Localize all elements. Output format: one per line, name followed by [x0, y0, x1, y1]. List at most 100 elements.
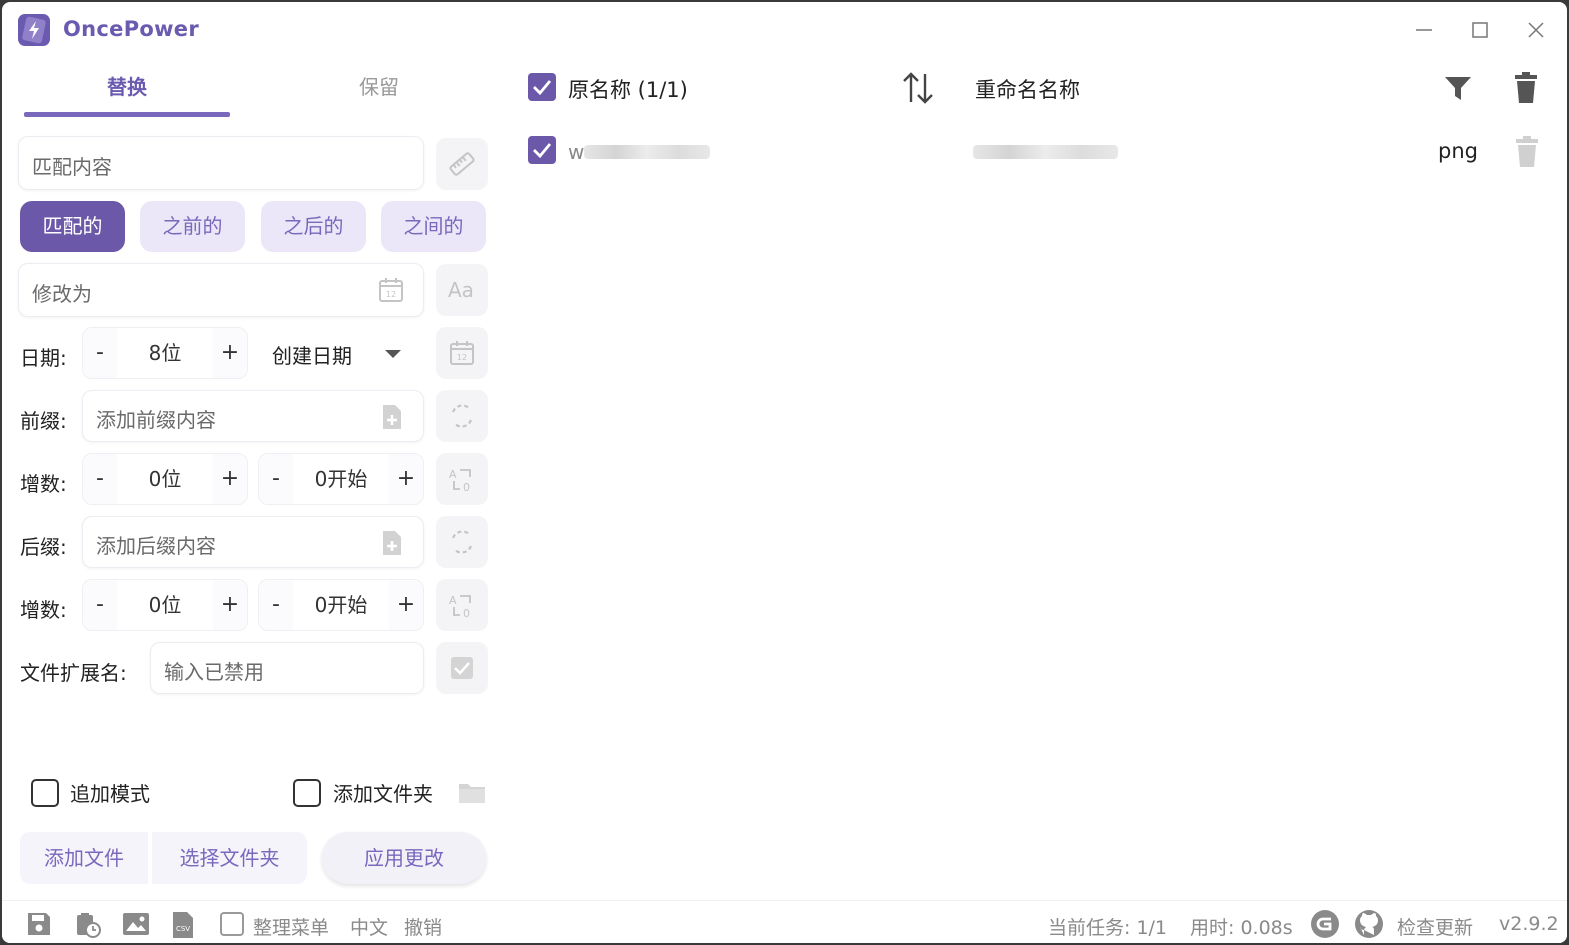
title-bar: OncePower: [2, 2, 1567, 58]
status-bar: CSV 整理菜单 中文 撤销 当前任务: 1/1 用时: 0.08s 检查更新 …: [2, 900, 1567, 943]
chevron-down-icon[interactable]: [384, 348, 402, 360]
suffix-digits-increment[interactable]: +: [213, 580, 247, 630]
suffix-counter-label: 增数:: [20, 598, 67, 622]
svg-text:0: 0: [463, 481, 470, 493]
match-content-input[interactable]: 匹配内容: [18, 136, 424, 190]
folder-icon: [459, 784, 485, 803]
suffix-start-value: 0开始: [314, 593, 368, 617]
row-extension: png: [1438, 139, 1478, 163]
app-title: OncePower: [63, 17, 200, 41]
extension-label: 文件扩展名:: [20, 661, 127, 685]
svg-text:A: A: [449, 594, 457, 607]
date-increment-button[interactable]: +: [213, 328, 247, 378]
prefix-start-increment[interactable]: +: [389, 454, 423, 504]
select-folder-button[interactable]: 选择文件夹: [152, 832, 307, 884]
close-button[interactable]: [1516, 12, 1556, 48]
text-case-icon: Aa: [448, 278, 474, 302]
select-all-checkbox[interactable]: [528, 73, 556, 101]
checkbox-checked-icon: [451, 657, 473, 679]
organize-menu-checkbox[interactable]: [220, 912, 244, 936]
tab-keep[interactable]: 保留: [276, 70, 482, 120]
prefix-digits-stepper: - 0位 +: [82, 453, 248, 505]
mode-matched-button[interactable]: 匹配的: [20, 201, 125, 252]
undo-button[interactable]: 撤销: [404, 913, 442, 940]
renamed-name-header: 重命名名称: [975, 78, 1080, 102]
add-folder-checkbox[interactable]: [293, 779, 321, 807]
case-button[interactable]: Aa: [436, 264, 488, 316]
suffix-start-decrement[interactable]: -: [259, 580, 293, 630]
check-icon: [533, 143, 552, 159]
svg-text:12: 12: [457, 353, 467, 362]
csv-file-icon[interactable]: CSV: [170, 911, 196, 939]
suffix-start-increment[interactable]: +: [389, 580, 423, 630]
gitee-icon[interactable]: [1310, 909, 1340, 939]
trash-icon[interactable]: [1513, 72, 1539, 104]
prefix-digits-value: 0位: [148, 467, 182, 491]
maximize-icon: [1472, 22, 1488, 38]
github-icon[interactable]: [1354, 909, 1384, 939]
ruler-button[interactable]: [436, 138, 488, 190]
minimize-icon: [1416, 29, 1432, 31]
date-insert-button[interactable]: 12: [436, 327, 488, 379]
svg-text:A: A: [449, 468, 457, 481]
apply-changes-button[interactable]: 应用更改: [322, 832, 486, 884]
app-logo-icon: [18, 14, 50, 46]
mode-between-button[interactable]: 之间的: [381, 201, 486, 252]
suffix-digits-value: 0位: [148, 593, 182, 617]
suffix-cycle-button[interactable]: [436, 516, 488, 568]
suffix-start-stepper: - 0开始 +: [258, 579, 424, 631]
suffix-digits-stepper: - 0位 +: [82, 579, 248, 631]
mode-before-button[interactable]: 之前的: [140, 201, 245, 252]
add-files-button[interactable]: 添加文件: [20, 832, 148, 884]
modify-to-placeholder: 修改为: [32, 282, 92, 306]
row-checkbox[interactable]: [528, 136, 556, 164]
letter-number-icon: A 0: [449, 594, 471, 619]
maximize-button[interactable]: [1460, 12, 1500, 48]
row-trash-icon[interactable]: [1514, 136, 1540, 168]
calendar-icon[interactable]: 12: [377, 276, 405, 304]
calendar-icon: 12: [450, 341, 474, 365]
mode-after-button[interactable]: 之后的: [261, 201, 366, 252]
suffix-input[interactable]: 添加后缀内容: [82, 516, 424, 568]
clipboard-clock-icon[interactable]: [74, 911, 102, 939]
suffix-label: 后缀:: [20, 535, 67, 559]
date-type-select[interactable]: 创建日期: [272, 340, 352, 369]
prefix-digits-increment[interactable]: +: [213, 454, 247, 504]
prefix-start-value: 0开始: [314, 467, 368, 491]
current-task-text: 当前任务: 1/1: [1048, 917, 1168, 939]
version-text: v2.9.2: [1499, 913, 1559, 935]
svg-text:CSV: CSV: [176, 925, 190, 933]
prefix-input[interactable]: 添加前缀内容: [82, 390, 424, 442]
append-mode-checkbox[interactable]: [31, 779, 59, 807]
extension-toggle-button[interactable]: [436, 642, 488, 694]
minimize-button[interactable]: [1404, 12, 1444, 48]
append-mode-label: 追加模式: [70, 782, 150, 806]
prefix-counter-mode-button[interactable]: A 0: [436, 453, 488, 505]
prefix-cycle-button[interactable]: [436, 390, 488, 442]
original-name-header: 原名称 (1/1): [568, 78, 688, 102]
file-add-icon[interactable]: [379, 403, 405, 431]
prefix-digits-decrement[interactable]: -: [83, 454, 117, 504]
extension-input[interactable]: 输入已禁用: [150, 642, 424, 694]
language-toggle[interactable]: 中文: [350, 913, 388, 940]
cycle-icon: [451, 404, 473, 428]
prefix-start-stepper: - 0开始 +: [258, 453, 424, 505]
close-icon: [1528, 22, 1544, 38]
image-icon[interactable]: [122, 911, 150, 937]
letter-number-icon: A 0: [449, 468, 471, 493]
date-label: 日期:: [20, 346, 67, 370]
suffix-digits-decrement[interactable]: -: [83, 580, 117, 630]
svg-text:Aa: Aa: [448, 278, 474, 302]
app-window: OncePower 替换 保留 匹配内容 匹配的 之前的 之后的 之间的 修改为…: [2, 2, 1567, 943]
prefix-placeholder: 添加前缀内容: [96, 408, 216, 432]
date-decrement-button[interactable]: -: [83, 328, 117, 378]
file-add-icon[interactable]: [379, 529, 405, 557]
modify-to-input[interactable]: 修改为 12: [18, 263, 424, 317]
suffix-counter-mode-button[interactable]: A 0: [436, 579, 488, 631]
extension-placeholder: 输入已禁用: [164, 660, 264, 684]
check-update-link[interactable]: 检查更新: [1397, 913, 1473, 940]
sort-icon[interactable]: [901, 70, 935, 106]
filter-icon[interactable]: [1443, 74, 1473, 102]
prefix-start-decrement[interactable]: -: [259, 454, 293, 504]
save-icon[interactable]: [26, 911, 52, 937]
